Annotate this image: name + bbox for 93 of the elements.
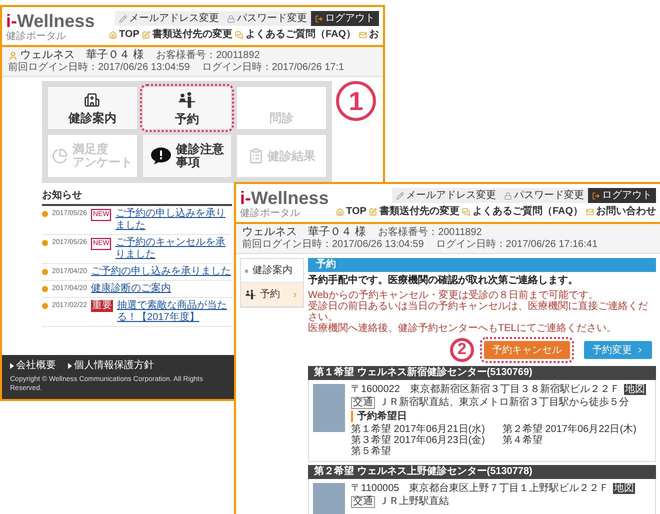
notice-text: 医療機関へ連絡後、健診予約センターへもTELにてご連絡ください。 xyxy=(308,323,618,334)
user-name: ウェルネス 華子０４ 様 xyxy=(20,49,144,62)
triangle-icon xyxy=(10,363,14,369)
nav-link[interactable]: お xyxy=(359,30,379,40)
mail-icon xyxy=(359,31,367,39)
account-info: お客様番号：20011892 xyxy=(156,50,260,62)
photo-placeholder xyxy=(313,384,345,432)
edit-icon xyxy=(142,31,150,39)
bullet-icon xyxy=(42,269,48,275)
chat-bubbles-icon xyxy=(462,208,470,216)
chat-bubbles-icon xyxy=(235,31,244,39)
step-number-badge: 2 xyxy=(450,338,474,362)
preferred-date: 第３希望 2017年06月23日(金) xyxy=(351,435,486,446)
account-link[interactable]: メールアドレス変更 xyxy=(115,11,223,26)
home-icon xyxy=(336,208,344,216)
account-info: ログイン日時：2017/06/26 17:16:41 xyxy=(436,239,598,251)
nav-link[interactable]: 書類送付先の変更 xyxy=(369,207,460,217)
step-number-badge: 1 xyxy=(336,81,376,121)
nav-link[interactable]: TOP xyxy=(109,30,140,40)
menu-tile[interactable]: 予約 xyxy=(142,87,232,129)
facility-address: 〒1100005 東京都台東区上野７丁目１上野駅ビル２２Ｆ xyxy=(351,483,610,494)
section-header: 予約 xyxy=(308,258,656,272)
facility-title: 第１希望 ウェルネス新宿健診センター(5130769) xyxy=(308,366,656,380)
news-link[interactable]: ご予約のキャンセルを承りました xyxy=(115,237,232,261)
clipboard-icon xyxy=(248,148,264,164)
account-info: 前回ログイン日時：2017/06/26 13:04:59 xyxy=(242,239,424,251)
footer-link[interactable]: 個人情報保護方針 xyxy=(68,361,154,371)
nav-link[interactable]: TOP xyxy=(336,207,366,217)
menu-tile[interactable]: 健診注意 事項 xyxy=(142,135,232,177)
hospital-icon xyxy=(84,92,100,108)
reception-icon xyxy=(245,289,256,300)
alert-bubble-icon xyxy=(150,147,172,165)
preferred-date: 第２希望 2017年06月22日(木) xyxy=(502,424,638,435)
pencil-icon xyxy=(396,192,404,200)
map-link[interactable]: 地図 xyxy=(613,483,636,494)
news-link[interactable]: ご予約の申し込みを承りました xyxy=(115,208,232,232)
nav-link[interactable]: よくあるご質問（FAQ） xyxy=(462,207,583,217)
reception-icon xyxy=(178,90,196,108)
access-tag: 交通 xyxy=(351,397,375,409)
status-message: 予約手配中です。医療機関の確認が取れ次第ご連絡します。 xyxy=(308,275,579,287)
access-tag: 交通 xyxy=(351,496,375,508)
facility-address: 〒1600022 東京都新宿区新宿３丁目３８新宿駅ビル２２Ｆ xyxy=(351,384,620,395)
user-name: ウェルネス 華子０４ 様 xyxy=(242,226,366,238)
footer-link[interactable]: 会社概要 xyxy=(10,361,56,371)
access-text: ＪＲ新宿駅直結、東京メトロ新宿３丁目駅から徒歩５分 xyxy=(379,397,629,408)
account-link[interactable]: ログアウト xyxy=(311,11,379,26)
mail-icon xyxy=(586,208,594,216)
bullet-icon xyxy=(42,286,48,292)
news-link[interactable]: 健康診断のご案内 xyxy=(91,283,172,295)
notice-text: 受診日の前日あるいは当日の予約キャンセルは、医療機関に直接ご連絡ください。 xyxy=(308,301,649,323)
preferred-date: 第４希望 xyxy=(502,435,544,446)
triangle-icon xyxy=(68,363,72,369)
logout-icon xyxy=(315,14,323,22)
map-link[interactable]: 地図 xyxy=(624,384,646,395)
account-link[interactable]: パスワード変更 xyxy=(500,188,588,203)
preferred-date: 第１希望 2017年06月21日(水) xyxy=(351,424,486,435)
account-link[interactable]: パスワード変更 xyxy=(223,11,311,26)
logo-text: i-Wellness xyxy=(240,188,329,208)
logo-text: i-Wellness xyxy=(6,11,95,31)
account-link[interactable]: ログアウト xyxy=(588,188,656,203)
news-link[interactable]: ご予約の申し込みを承りました xyxy=(91,266,232,278)
nav-link[interactable]: 書類送付先の変更 xyxy=(142,30,232,40)
facility-title: 第２希望 ウェルネス上野健診センター(5130778) xyxy=(308,465,656,479)
account-info: ログイン日時：2017/06/26 17:1 xyxy=(202,62,344,74)
logout-icon xyxy=(592,192,600,200)
preferred-date: 第５希望 xyxy=(351,446,392,457)
account-info: 前回ログイン日時：2017/06/26 13:04:59 xyxy=(8,62,190,74)
pencil-icon xyxy=(119,14,127,22)
nav-link[interactable]: お問い合わせ xyxy=(586,207,656,217)
nav-link[interactable]: よくあるご質問（FAQ） xyxy=(235,30,356,40)
account-info: お客様番号：20011892 xyxy=(378,226,482,238)
menu-tile[interactable]: 健診案内 xyxy=(48,87,137,129)
news-heading: お知らせ xyxy=(42,189,232,206)
lock-icon xyxy=(227,14,235,22)
dates-heading: 予約希望日 xyxy=(351,411,646,422)
logo-subtitle: 健診ポータル xyxy=(240,208,301,219)
pie-chart-icon xyxy=(52,148,68,164)
lock-icon xyxy=(504,192,512,200)
home-icon xyxy=(109,31,118,39)
bullet-icon xyxy=(42,303,48,309)
user-icon xyxy=(8,50,18,60)
logo-subtitle: 健診ポータル xyxy=(6,31,67,42)
chevron-right-icon xyxy=(636,346,644,354)
sidebar-item[interactable]: 予約 xyxy=(241,283,303,307)
bullet-icon xyxy=(42,211,48,217)
news-badge: 重要 xyxy=(91,300,114,312)
bullet-icon xyxy=(42,240,48,246)
access-text: ＪＲ上野駅直結 xyxy=(379,496,449,507)
news-link[interactable]: 抽選で素敵な商品が当たる！【2017年度】 xyxy=(117,300,232,324)
notice-text: Webからの予約キャンセル・変更は受診の８日前まで可能です。 xyxy=(308,290,600,301)
edit-icon xyxy=(369,208,378,216)
account-link[interactable]: メールアドレス変更 xyxy=(392,188,500,203)
chevron-right-icon xyxy=(291,290,299,298)
